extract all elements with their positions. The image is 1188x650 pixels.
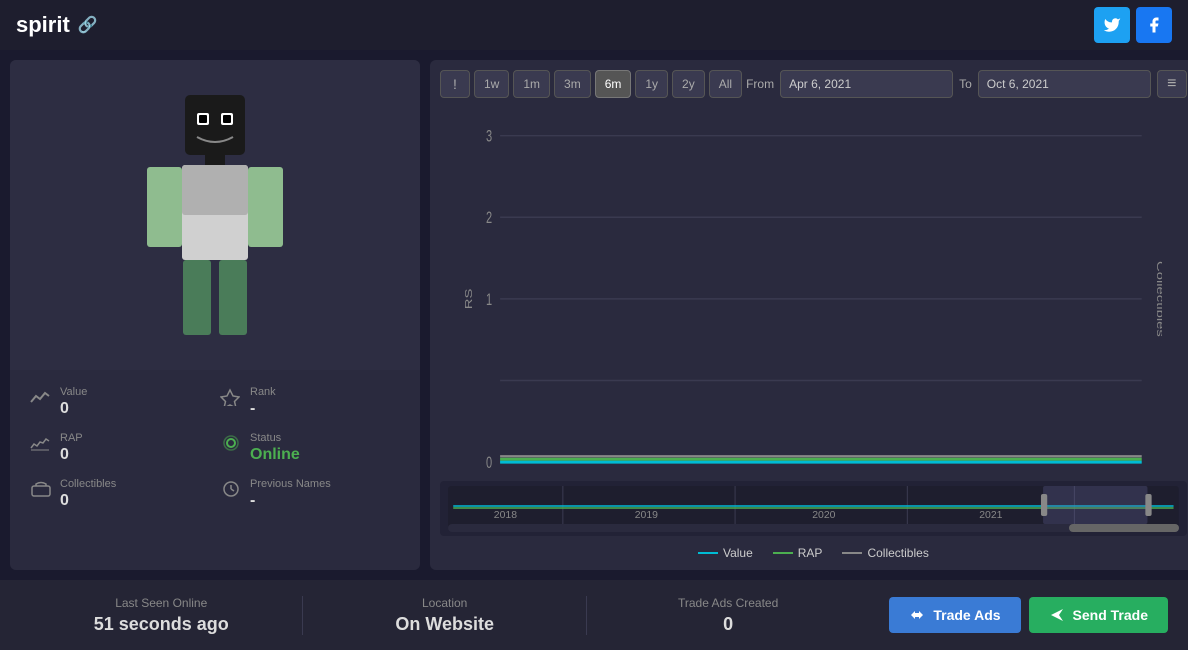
last-seen-stat: Last Seen Online 51 seconds ago <box>20 596 303 635</box>
chart-info-button[interactable]: ! <box>440 70 470 98</box>
trade-ads-button[interactable]: Trade Ads <box>889 597 1020 633</box>
svg-text:3: 3 <box>486 126 492 145</box>
svg-text:Sep '21: Sep '21 <box>1018 474 1055 477</box>
rap-label: RAP <box>60 432 83 444</box>
stat-rap: RAP 0 <box>30 432 210 464</box>
location-value: On Website <box>395 614 494 635</box>
status-value: Online <box>250 446 300 464</box>
stat-value: Value 0 <box>30 386 210 418</box>
avatar <box>125 85 305 345</box>
chart-area: 3 2 1 0 RS May '21 Jun '21 Jul '21 Aug '… <box>460 106 1162 477</box>
main-chart: 3 2 1 0 RS May '21 Jun '21 Jul '21 Aug '… <box>460 106 1162 477</box>
time-btn-all[interactable]: All <box>709 70 742 98</box>
app-title: spirit <box>16 12 70 38</box>
stat-previous-names: Previous Names - <box>220 478 400 510</box>
trade-ads-icon <box>909 607 925 623</box>
svg-text:Collectibles: Collectibles <box>1154 261 1161 337</box>
left-panel: Value 0 Rank - <box>10 60 420 570</box>
value-icon <box>30 388 52 411</box>
legend-collectibles-line <box>842 552 862 554</box>
previous-names-icon <box>220 480 242 503</box>
trade-ads-stat: Trade Ads Created 0 <box>587 596 869 635</box>
legend-rap-line <box>773 552 793 554</box>
svg-text:1: 1 <box>486 290 492 309</box>
previous-names-label: Previous Names <box>250 478 331 490</box>
to-label: To <box>959 77 972 91</box>
rank-icon <box>220 388 242 411</box>
facebook-button[interactable] <box>1136 7 1172 43</box>
legend-value: Value <box>698 546 753 560</box>
status-label: Status <box>250 432 300 444</box>
twitter-button[interactable] <box>1094 7 1130 43</box>
right-panel: ! 1w 1m 3m 6m 1y 2y All From To ≡ <box>430 60 1188 570</box>
svg-text:Jun '21: Jun '21 <box>683 474 718 477</box>
location-label: Location <box>422 596 467 610</box>
stat-status: Status Online <box>220 432 400 464</box>
time-btn-1m[interactable]: 1m <box>513 70 550 98</box>
collectibles-icon <box>30 480 52 503</box>
legend-collectibles: Collectibles <box>842 546 928 560</box>
svg-text:2: 2 <box>486 208 492 227</box>
svg-text:Jul '21: Jul '21 <box>800 474 832 477</box>
chart-legend: Value RAP Collectibles <box>440 546 1187 560</box>
logo-area: spirit 🔗 <box>16 12 98 38</box>
value-number: 0 <box>60 400 87 418</box>
rap-icon <box>30 434 52 457</box>
send-trade-icon <box>1049 607 1065 623</box>
svg-text:Oct '21: Oct '21 <box>1112 474 1147 477</box>
avatar-section <box>10 60 420 370</box>
legend-rap: RAP <box>773 546 823 560</box>
svg-text:2021: 2021 <box>979 510 1003 521</box>
stat-collectibles: Collectibles 0 <box>30 478 210 510</box>
date-range: From To ≡ <box>746 70 1187 98</box>
svg-text:2020: 2020 <box>812 510 836 521</box>
last-seen-value: 51 seconds ago <box>94 614 229 635</box>
previous-names-value: - <box>250 492 331 510</box>
from-date-input[interactable] <box>780 70 953 98</box>
header: spirit 🔗 <box>0 0 1188 50</box>
link-icon[interactable]: 🔗 <box>78 15 98 35</box>
stats-section: Value 0 Rank - <box>10 370 420 526</box>
time-btn-1w[interactable]: 1w <box>474 70 509 98</box>
bottom-bar: Last Seen Online 51 seconds ago Location… <box>0 580 1188 650</box>
legend-collectibles-label: Collectibles <box>867 546 928 560</box>
mini-timeline[interactable]: 2018 2019 2020 2021 <box>440 481 1187 536</box>
send-trade-button[interactable]: Send Trade <box>1029 597 1168 633</box>
legend-rap-label: RAP <box>798 546 823 560</box>
svg-text:0: 0 <box>486 453 492 472</box>
svg-text:May '21: May '21 <box>571 474 609 477</box>
time-btn-2y[interactable]: 2y <box>672 70 705 98</box>
location-stat: Location On Website <box>303 596 586 635</box>
trade-ads-value: 0 <box>723 614 733 635</box>
svg-text:2019: 2019 <box>635 510 659 521</box>
last-seen-label: Last Seen Online <box>115 596 207 610</box>
value-label: Value <box>60 386 87 398</box>
from-label: From <box>746 77 774 91</box>
collectibles-number: 0 <box>60 492 116 510</box>
collectibles-label: Collectibles <box>60 478 116 490</box>
bottom-actions: Trade Ads Send Trade <box>889 597 1168 633</box>
svg-text:Aug '21: Aug '21 <box>913 474 950 477</box>
time-btn-6m[interactable]: 6m <box>595 70 632 98</box>
main-content: Value 0 Rank - <box>0 50 1188 580</box>
rap-number: 0 <box>60 446 83 464</box>
trade-ads-label: Trade Ads Created <box>678 596 778 610</box>
stat-rank: Rank - <box>220 386 400 418</box>
to-date-input[interactable] <box>978 70 1151 98</box>
svg-text:2018: 2018 <box>494 510 518 521</box>
svg-text:RS: RS <box>463 289 474 310</box>
legend-value-label: Value <box>723 546 753 560</box>
rank-label: Rank <box>250 386 276 398</box>
time-btn-3m[interactable]: 3m <box>554 70 591 98</box>
legend-value-line <box>698 552 718 554</box>
status-icon <box>220 434 242 455</box>
time-btn-1y[interactable]: 1y <box>635 70 668 98</box>
chart-menu-button[interactable]: ≡ <box>1157 70 1187 98</box>
rank-number: - <box>250 400 276 418</box>
social-buttons <box>1094 7 1172 43</box>
chart-controls: ! 1w 1m 3m 6m 1y 2y All From To ≡ <box>440 70 1187 98</box>
